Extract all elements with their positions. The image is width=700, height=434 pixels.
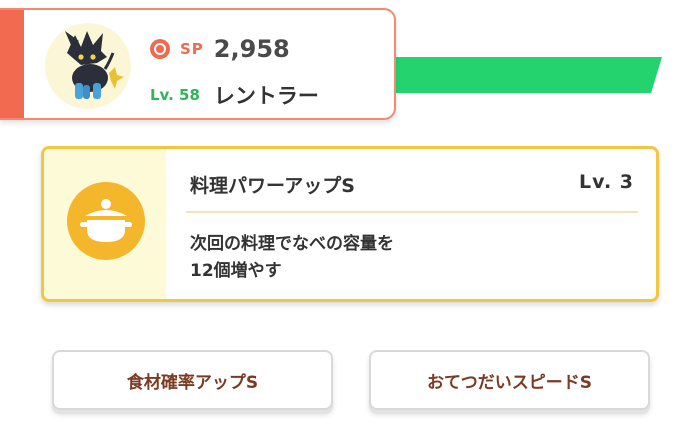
card-accent xyxy=(0,10,24,118)
luxray-icon xyxy=(65,31,124,99)
pot-icon xyxy=(67,182,145,260)
ingredient-finder-button[interactable]: 食材確率アップS xyxy=(52,350,333,410)
pokeball-icon xyxy=(150,39,170,59)
experience-bar xyxy=(390,57,662,93)
skill-description: 次回の料理でなべの容量を 12個増やす xyxy=(190,231,610,285)
skill-title: 料理パワーアップS xyxy=(190,175,355,197)
skill-description-line: 12個増やす xyxy=(190,261,282,281)
pokemon-level: Lv. 58 xyxy=(150,86,200,104)
skill-icon-area xyxy=(44,149,166,299)
pokemon-avatar xyxy=(45,23,131,109)
divider xyxy=(186,211,638,213)
pokemon-card: SP 2,958 Lv. 58 レントラー xyxy=(0,8,396,120)
skill-description-line: 次回の料理でなべの容量を xyxy=(190,234,394,254)
skill-card: 料理パワーアップS Lv. 3 次回の料理でなべの容量を 12個増やす xyxy=(41,146,659,302)
skill-level: Lv. 3 xyxy=(579,171,634,193)
sp-value: 2,958 xyxy=(213,35,290,63)
helping-speed-button[interactable]: おてつだいスピードS xyxy=(369,350,650,410)
sp-label: SP xyxy=(180,40,204,58)
pokemon-name: レントラー xyxy=(213,84,319,108)
